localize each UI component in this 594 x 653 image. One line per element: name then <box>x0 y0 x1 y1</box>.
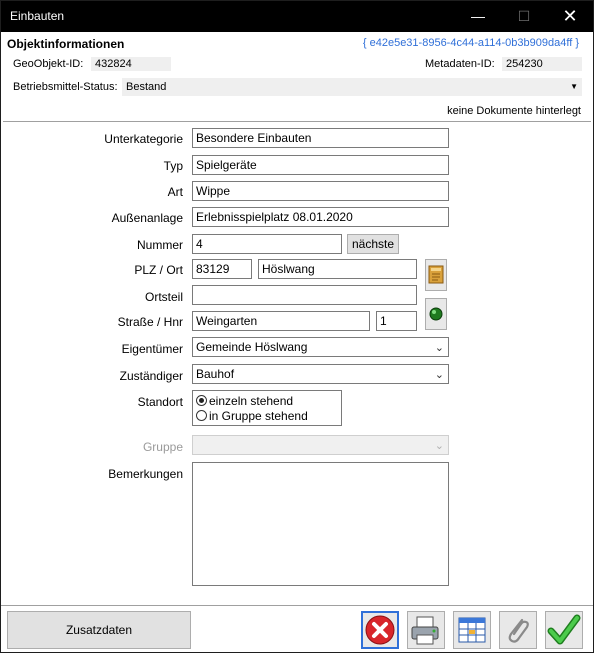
aussenanlage-label: Außenanlage <box>111 211 183 225</box>
bemerkungen-textarea[interactable] <box>192 462 449 586</box>
radio-unselected-icon <box>196 410 207 421</box>
radio-einzeln[interactable]: einzeln stehend <box>196 394 293 408</box>
status-dropdown[interactable]: Bestand ▼ <box>122 78 582 96</box>
maximize-button[interactable]: ☐ <box>501 1 547 32</box>
standort-radio-group: einzeln stehend in Gruppe stehend <box>192 390 342 426</box>
plz-ort-label: PLZ / Ort <box>134 263 183 277</box>
zusatzdaten-button[interactable]: Zusatzdaten <box>7 611 191 649</box>
table-icon <box>458 617 486 643</box>
chevron-down-icon: ⌄ <box>434 342 444 354</box>
address-book-icon <box>428 265 444 284</box>
art-label: Art <box>167 185 183 199</box>
nummer-label: Nummer <box>136 238 183 252</box>
close-window-button[interactable]: ✕ <box>547 1 593 32</box>
delete-button[interactable] <box>361 611 399 649</box>
strasse-field[interactable]: Weingarten <box>192 311 370 331</box>
ortsteil-label: Ortsteil <box>144 290 183 304</box>
red-x-icon <box>365 615 395 645</box>
standort-label: Standort <box>137 395 183 409</box>
ortsteil-field[interactable] <box>192 285 417 305</box>
plz-field[interactable]: 83129 <box>192 259 252 279</box>
eigentuemer-value: Gemeinde Höslwang <box>196 340 308 354</box>
radio-selected-icon <box>196 395 207 406</box>
guid-link[interactable]: { e42e5e31-8956-4c44-a114-0b3b909da4ff } <box>363 37 579 49</box>
dropdown-arrow-icon: ▼ <box>570 82 578 91</box>
gruppe-dropdown[interactable]: ⌄ <box>192 435 449 455</box>
status-value: Bestand <box>126 81 167 93</box>
next-number-button[interactable]: nächste <box>347 234 399 254</box>
confirm-button[interactable] <box>545 611 583 649</box>
green-dot-icon <box>429 307 443 321</box>
address-book-button[interactable] <box>425 259 447 291</box>
gruppe-label: Gruppe <box>142 440 183 454</box>
hausnummer-field[interactable]: 1 <box>376 311 417 331</box>
minimize-button[interactable]: — <box>455 1 501 32</box>
aussenanlage-field[interactable]: Erlebnisspielplatz 08.01.2020 <box>192 207 449 227</box>
unterkategorie-field[interactable]: Besondere Einbauten <box>192 128 449 148</box>
strasse-label: Straße / Hnr <box>117 315 183 329</box>
green-check-icon <box>547 614 581 645</box>
table-view-button[interactable] <box>453 611 491 649</box>
einbauten-window: Einbauten — ☐ ✕ Objektinformationen { e4… <box>0 0 594 653</box>
print-button[interactable] <box>407 611 445 649</box>
radio-gruppe-label: in Gruppe stehend <box>209 409 308 423</box>
attachment-button[interactable] <box>499 611 537 649</box>
eigentuemer-label: Eigentümer <box>121 342 183 356</box>
header-divider <box>3 121 591 123</box>
status-label: Betriebsmittel-Status: <box>13 81 118 93</box>
metadaten-value: 254230 <box>502 57 582 71</box>
chevron-down-icon: ⌄ <box>434 369 444 381</box>
window-title: Einbauten <box>10 9 65 23</box>
geoobjekt-label: GeoObjekt-ID: <box>13 58 84 70</box>
eigentuemer-dropdown[interactable]: Gemeinde Höslwang ⌄ <box>192 337 449 357</box>
typ-field[interactable]: Spielgeräte <box>192 155 449 175</box>
zustaendiger-value: Bauhof <box>196 367 235 381</box>
radio-einzeln-label: einzeln stehend <box>209 394 294 408</box>
documents-note: keine Dokumente hinterlegt <box>447 105 581 117</box>
art-field[interactable]: Wippe <box>192 181 449 201</box>
zustaendiger-label: Zuständiger <box>119 369 183 383</box>
geoobjekt-value: 432824 <box>91 57 171 71</box>
paperclip-icon <box>508 618 529 643</box>
printer-icon <box>411 616 439 645</box>
radio-gruppe[interactable]: in Gruppe stehend <box>196 409 308 423</box>
bemerkungen-label: Bemerkungen <box>108 467 183 481</box>
section-title: Objektinformationen <box>7 37 125 51</box>
unterkategorie-label: Unterkategorie <box>104 132 183 146</box>
title-bar: Einbauten — ☐ ✕ <box>1 1 593 32</box>
ort-field[interactable]: Höslwang <box>258 259 417 279</box>
chevron-down-icon: ⌄ <box>434 440 444 452</box>
map-locate-button[interactable] <box>425 298 447 330</box>
nummer-field[interactable]: 4 <box>192 234 342 254</box>
footer-divider <box>1 605 593 606</box>
zustaendiger-dropdown[interactable]: Bauhof ⌄ <box>192 364 449 384</box>
metadaten-label: Metadaten-ID: <box>425 58 495 70</box>
typ-label: Typ <box>163 159 183 173</box>
